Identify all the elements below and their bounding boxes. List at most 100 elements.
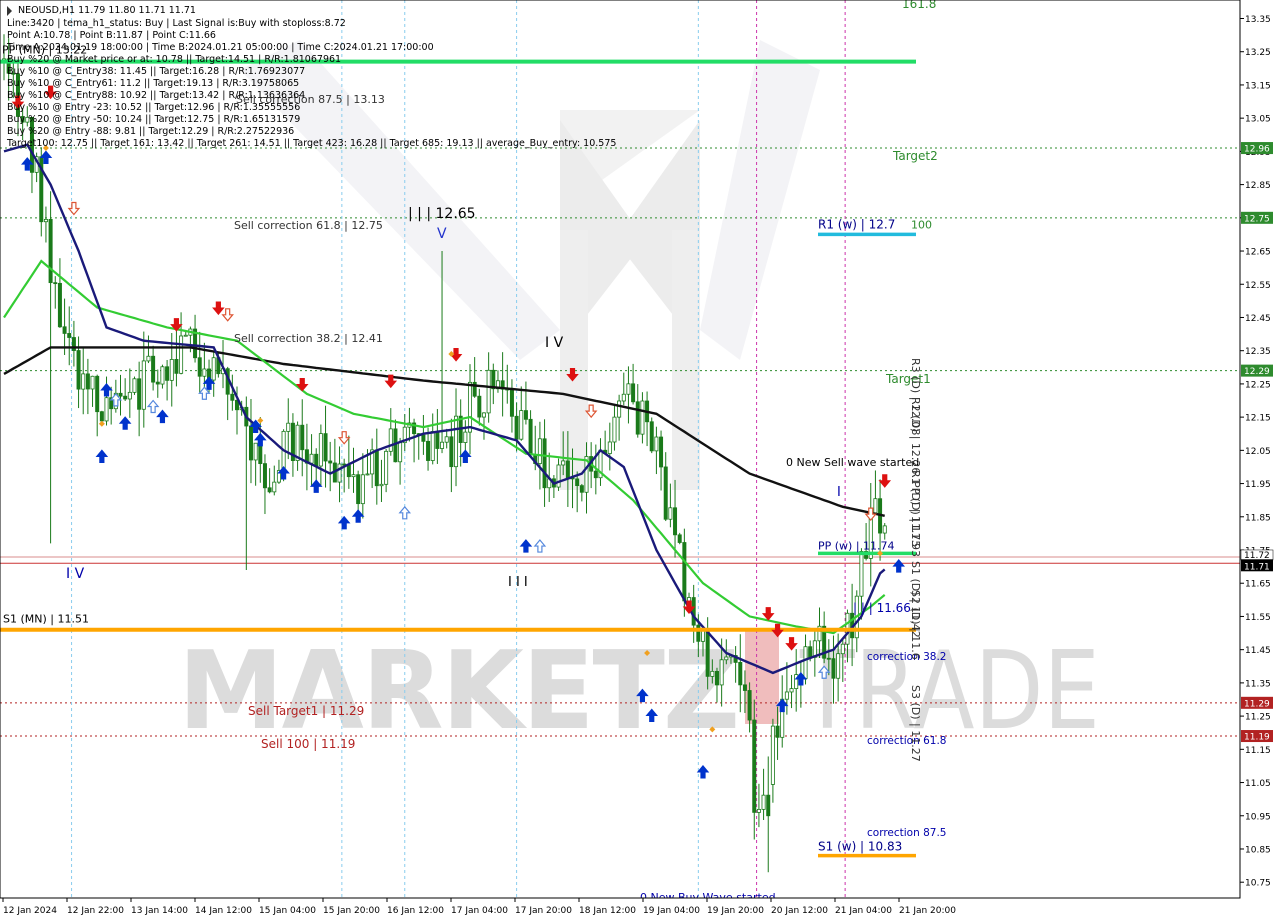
candle-body (770, 725, 775, 785)
candle-body (57, 282, 62, 328)
candle-body (62, 326, 67, 334)
candle-body (659, 436, 664, 468)
candle-body (882, 525, 887, 534)
candle-body (76, 350, 81, 390)
candle-body (640, 400, 645, 435)
candle-body (351, 474, 356, 478)
candle-body (449, 436, 454, 468)
candle-body (127, 391, 132, 400)
price-tag-label: 12.96 (1244, 145, 1270, 155)
candle-body (90, 375, 95, 390)
candle-body (761, 794, 766, 810)
candle-body (514, 415, 519, 440)
candle-body (719, 659, 724, 686)
candle-body (309, 453, 314, 464)
candle-body (649, 421, 654, 452)
time-axis-bg (0, 898, 1280, 920)
info-line: Point A:10.78 | Point B:11.87 | Point C:… (7, 30, 216, 41)
candle-body (346, 464, 351, 478)
x-tick-label: 19 Jan 20:00 (707, 906, 764, 916)
candle-body (677, 534, 682, 543)
x-tick-label: 17 Jan 20:00 (515, 906, 572, 916)
annotation-label: Target1 (885, 372, 931, 386)
candle-body (756, 808, 761, 813)
candle-body (118, 392, 123, 397)
annotation-label: I V (545, 335, 564, 351)
info-line: Buy %20 @ Entry -50: 10.24 || Target:12.… (7, 114, 300, 125)
annotation-label: I (837, 485, 841, 500)
y-tick-label: 12.35 (1245, 347, 1271, 357)
candle-body (486, 369, 491, 414)
info-line: Buy %10 @ Entry -23: 10.52 || Target:12.… (7, 102, 300, 113)
candle-body (784, 691, 789, 700)
candle-body (742, 684, 747, 691)
info-line: Buy %10 @ C_Entry38: 11.45 || Target:16.… (7, 66, 305, 77)
candle-body (831, 658, 836, 679)
candle-body (710, 670, 715, 677)
info-line: Buy %20 @ Market price or at: 10.78 || T… (7, 54, 341, 65)
candle-body (183, 334, 188, 337)
x-tick-label: 18 Jan 12:00 (579, 906, 636, 916)
candle-body (421, 434, 426, 442)
candle-body (537, 438, 542, 464)
y-tick-label: 11.15 (1245, 746, 1271, 756)
x-tick-label: 16 Jan 12:00 (387, 906, 444, 916)
candle-body (174, 359, 179, 374)
candle-body (262, 463, 267, 489)
y-tick-label: 11.85 (1245, 513, 1271, 523)
candle-body (631, 383, 636, 403)
annotation-label: Sell 100 | 11.19 (261, 737, 355, 751)
candle-body (808, 646, 813, 658)
candle-body (318, 433, 323, 467)
candle-body (337, 463, 342, 483)
candle-body (668, 507, 673, 520)
candle-body (724, 656, 729, 661)
info-line: Target100: 12.75 || Target 161: 13.42 ||… (6, 138, 616, 149)
candle-body (146, 355, 151, 362)
candle-body (360, 474, 365, 505)
annotation-label: correction 38.2 (867, 651, 946, 663)
current-price-label: 11.71 (1244, 562, 1270, 572)
candle-body (379, 483, 384, 487)
y-tick-label: 13.05 (1245, 115, 1271, 125)
candle-body (426, 440, 431, 461)
candle-body (556, 464, 561, 488)
candle-body (523, 410, 528, 420)
chart-svg: MARKETZ TRADE PP (MN) | 13.22S1 (MN) | 11… (0, 0, 1280, 920)
x-tick-label: 13 Jan 14:00 (131, 906, 188, 916)
candle-body (286, 422, 291, 432)
candle-body (607, 441, 612, 454)
candle-body (430, 431, 435, 461)
info-line: Buy %10 @ C_Entry88: 10.92 || Target:13.… (7, 90, 305, 101)
candle-body (440, 441, 445, 449)
candle-body (169, 359, 174, 381)
x-tick-label: 21 Jan 20:00 (899, 906, 956, 916)
y-tick-label: 10.85 (1245, 845, 1271, 855)
candle-body (612, 416, 617, 443)
y-tick-label: 12.65 (1245, 248, 1271, 258)
candle-body (542, 438, 547, 489)
price-tag-label: 11.29 (1244, 699, 1270, 709)
x-tick-label: 12 Jan 22:00 (67, 906, 124, 916)
candle-body (696, 624, 701, 642)
x-tick-label: 20 Jan 12:00 (771, 906, 828, 916)
annotation-label: Sell correction 38.2 | 12.41 (234, 332, 383, 345)
candle-body (398, 442, 403, 463)
candle-body (253, 442, 258, 461)
candle-body (202, 368, 207, 377)
candle-body (467, 381, 472, 433)
annotation-label: | | | 11.66 (853, 601, 911, 615)
annotation-label: I I I (508, 575, 528, 590)
candle-body (873, 498, 878, 514)
candle-body (789, 688, 794, 693)
symbol-header: NEOUSD,H1 11.79 11.80 11.71 11.71 (18, 5, 196, 16)
x-tick-label: 12 Jan 2024 (3, 906, 57, 916)
y-tick-label: 12.55 (1245, 281, 1271, 291)
x-tick-label: 14 Jan 12:00 (195, 906, 252, 916)
y-tick-label: 13.35 (1245, 15, 1271, 25)
x-tick-label: 19 Jan 04:00 (643, 906, 700, 916)
candle-body (714, 670, 719, 686)
candle-body (621, 393, 626, 402)
candle-body (99, 411, 104, 422)
candle-body (477, 395, 482, 418)
